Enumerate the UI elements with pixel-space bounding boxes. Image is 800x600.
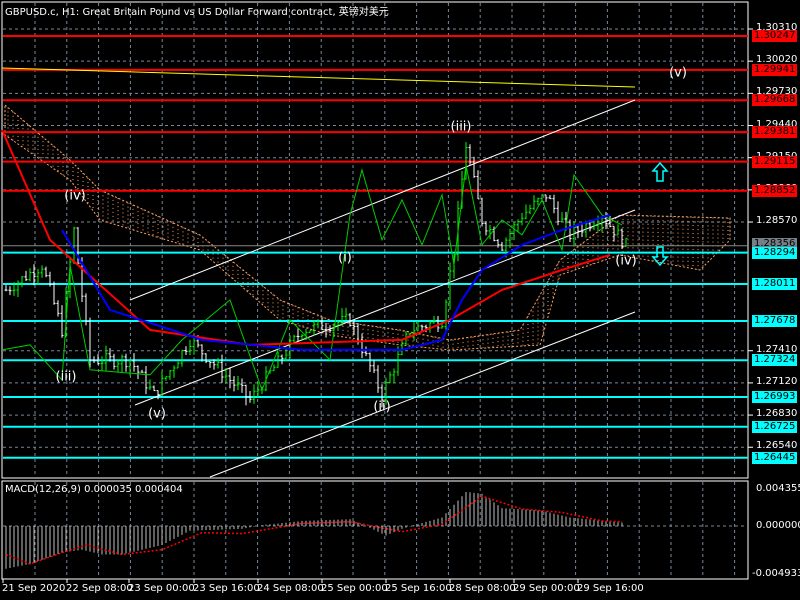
arrow-up-icon [651,161,669,182]
support-price-label: 1.28011 [752,278,797,291]
support-price-label: 1.26445 [752,451,797,464]
support-price-label: 1.27678 [752,314,797,327]
time-label: 21 Sep 2020 [2,583,66,594]
price-tick-label: 1.26540 [756,440,798,452]
time-label: 25 Sep 00:00 [321,583,388,594]
price-tick-label: 1.28570 [756,215,798,227]
resistance-price-label: 1.29941 [752,63,797,76]
price-tick-label: 1.27120 [756,375,798,387]
time-label: 28 Sep 08:00 [449,583,516,594]
wave-label: (iv) [615,253,637,269]
resistance-price-label: 1.29115 [752,155,797,168]
channel-line [209,311,636,478]
time-label: 29 Sep 00:00 [513,583,580,594]
wave-label: (v) [148,406,166,422]
resistance-price-label: 1.28852 [752,184,797,197]
support-price-label: 1.26725 [752,420,797,433]
time-label: 22 Sep 08:00 [66,583,133,594]
macd-max-label: 0.004355 [756,483,800,494]
wave-label: (i) [338,250,352,266]
price-chart[interactable] [0,0,800,600]
time-label: 23 Sep 16:00 [193,583,260,594]
wave-label: (iii) [450,119,472,135]
time-label: 23 Sep 00:00 [128,583,195,594]
chart-title: GBPUSD.c, H1: Great Britain Pound vs US … [5,7,389,18]
support-price-label: 1.28294 [752,246,797,259]
time-label: 25 Sep 16:00 [385,583,452,594]
wave-label: (iv) [64,188,86,204]
support-price-label: 1.26993 [752,390,797,403]
resistance-price-label: 1.29668 [752,94,797,107]
macd-zero-label: 0.000000 [756,520,800,531]
macd-min-label: -0.004933 [752,568,800,579]
wave-label: (iii) [55,369,77,385]
wave-label: (v) [669,65,687,81]
support-price-label: 1.27324 [752,354,797,367]
oscillator-line [1,164,623,392]
price-tick-label: 1.26830 [756,408,798,420]
ichimoku-cloud [4,103,731,351]
price-tick-label: 1.27410 [756,343,798,355]
resistance-price-label: 1.29381 [752,126,797,139]
macd-label: MACD(12,26,9) 0.000035 0.000404 [5,484,183,495]
wave-label: (ii) [373,399,391,415]
time-label: 29 Sep 16:00 [577,583,644,594]
resistance-price-label: 1.30247 [752,29,797,42]
time-label: 24 Sep 08:00 [257,583,324,594]
